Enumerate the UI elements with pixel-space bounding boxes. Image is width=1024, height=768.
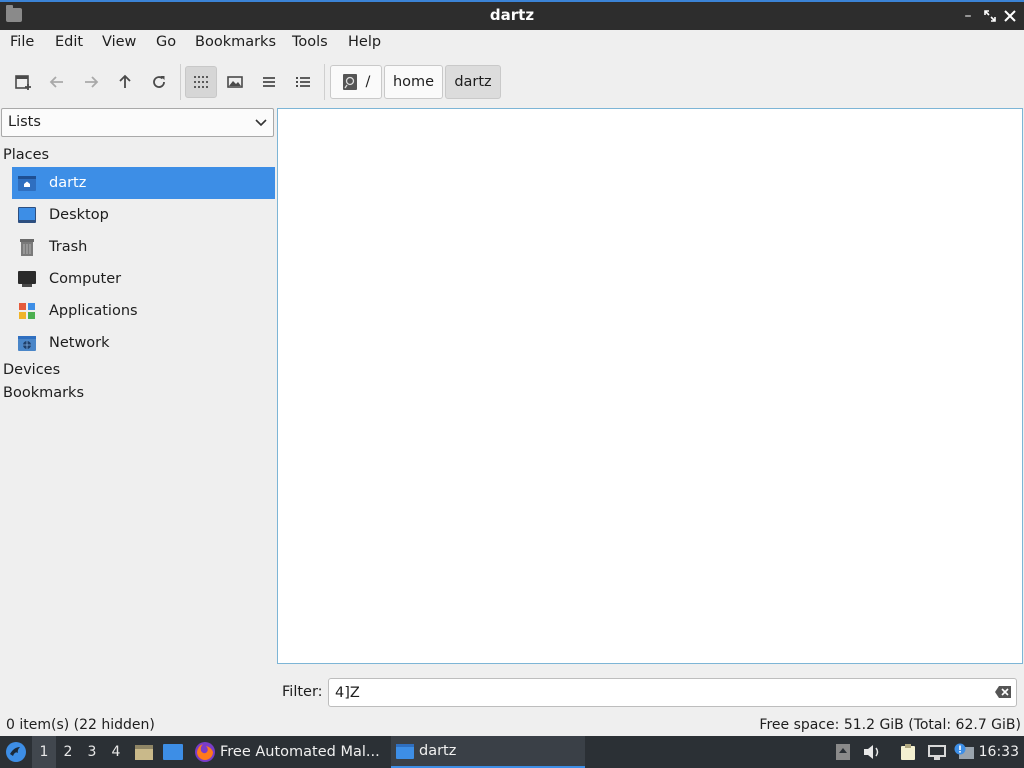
clipboard-icon[interactable]	[899, 743, 917, 761]
arrow-up-icon	[119, 74, 131, 88]
place-label: Applications	[49, 303, 138, 319]
place-label: Desktop	[49, 207, 109, 223]
applications-icon	[16, 300, 38, 322]
file-manager-launcher-icon[interactable]	[134, 743, 154, 761]
place-label: Computer	[49, 271, 122, 287]
back-button[interactable]	[41, 66, 73, 98]
menu-view[interactable]: View	[102, 34, 136, 50]
place-label: Trash	[49, 239, 88, 255]
place-network[interactable]: Network	[12, 327, 275, 359]
window-titlebar: dartz –	[0, 0, 1024, 30]
place-computer[interactable]: Computer	[12, 263, 275, 295]
workspace-4[interactable]: 4	[104, 736, 128, 768]
home-folder-icon	[16, 172, 38, 194]
image-icon	[227, 76, 243, 88]
menu-bookmarks[interactable]: Bookmarks	[195, 34, 276, 50]
menu-file[interactable]: File	[10, 34, 34, 50]
notification-icon[interactable]	[953, 743, 975, 761]
task-label: dartz	[419, 743, 457, 759]
file-view[interactable]	[277, 108, 1023, 664]
volume-icon[interactable]	[862, 743, 882, 761]
menu-edit[interactable]: Edit	[55, 34, 83, 50]
side-pane-mode-label: Lists	[8, 114, 41, 130]
task-label: Free Automated Mal...	[220, 744, 380, 760]
tray-updates-icon[interactable]	[835, 743, 851, 761]
toolbar-separator	[180, 64, 181, 100]
new-tab-icon	[15, 75, 31, 90]
status-item-count: 0 item(s) (22 hidden)	[6, 717, 155, 733]
task-firefox[interactable]: Free Automated Mal...	[192, 736, 382, 768]
detailed-list-view-button[interactable]	[287, 66, 319, 98]
list-icon	[263, 77, 275, 87]
desktop-icon	[16, 204, 38, 226]
task-dartz[interactable]: dartz	[391, 736, 585, 768]
section-bookmarks[interactable]: Bookmarks	[3, 385, 84, 401]
filter-input[interactable]	[328, 678, 1017, 707]
chevron-down-icon	[255, 119, 267, 127]
forward-button[interactable]	[75, 66, 107, 98]
section-devices[interactable]: Devices	[3, 362, 60, 378]
breadcrumb-home[interactable]: home	[384, 65, 443, 99]
maximize-icon[interactable]	[980, 6, 1000, 26]
breadcrumb-dartz[interactable]: dartz	[445, 65, 501, 99]
thumbnail-view-button[interactable]	[219, 66, 251, 98]
menu-tools[interactable]: Tools	[292, 34, 328, 50]
place-dartz[interactable]: dartz	[12, 167, 275, 199]
trash-icon	[16, 236, 38, 258]
side-pane-mode-select[interactable]: Lists	[1, 108, 274, 137]
breadcrumb-root[interactable]: /	[330, 65, 382, 99]
start-menu-icon[interactable]	[5, 741, 27, 763]
minimize-icon[interactable]: –	[958, 6, 978, 26]
show-desktop-icon[interactable]	[162, 743, 184, 761]
new-tab-button[interactable]	[7, 66, 39, 98]
workspace-2[interactable]: 2	[56, 736, 80, 768]
close-icon[interactable]	[1000, 6, 1020, 26]
toolbar-separator	[324, 64, 325, 100]
folder-icon	[396, 744, 414, 759]
computer-icon	[16, 268, 38, 290]
filter-label: Filter:	[282, 684, 323, 700]
menubar: File Edit View Go Bookmarks Tools Help	[0, 30, 1024, 56]
detailed-list-icon	[296, 77, 310, 87]
workspace-3[interactable]: 3	[80, 736, 104, 768]
breadcrumb-dartz-label: dartz	[454, 74, 492, 90]
breadcrumb-home-label: home	[392, 74, 435, 90]
menu-go[interactable]: Go	[156, 34, 176, 50]
window-title: dartz	[489, 6, 535, 24]
clear-text-icon[interactable]	[994, 685, 1012, 699]
network-status-icon[interactable]	[927, 743, 947, 761]
place-applications[interactable]: Applications	[12, 295, 275, 327]
status-free-space: Free space: 51.2 GiB (Total: 62.7 GiB)	[759, 717, 1021, 733]
reload-icon	[153, 76, 165, 88]
compact-view-button[interactable]	[253, 66, 285, 98]
icon-view-button[interactable]	[185, 66, 217, 98]
grid-view-icon	[194, 76, 208, 88]
menu-help[interactable]: Help	[348, 34, 381, 50]
workspace-1[interactable]: 1	[32, 736, 56, 768]
up-button[interactable]	[109, 66, 141, 98]
toolbar: / home dartz	[0, 62, 1024, 104]
network-icon	[16, 332, 38, 354]
arrow-right-icon	[85, 76, 99, 88]
place-trash[interactable]: Trash	[12, 231, 275, 263]
place-label: Network	[49, 335, 110, 351]
section-places[interactable]: Places	[3, 147, 49, 163]
drive-icon	[342, 74, 357, 90]
place-label: dartz	[49, 175, 87, 191]
breadcrumb-root-label: /	[365, 74, 371, 90]
arrow-left-icon	[49, 76, 63, 88]
clock[interactable]: 16:33	[979, 744, 1019, 760]
place-desktop[interactable]: Desktop	[12, 199, 275, 231]
firefox-icon	[195, 742, 215, 762]
reload-button[interactable]	[143, 66, 175, 98]
taskbar: 1 2 3 4 Free Automated Mal... dartz 16:3…	[0, 736, 1024, 768]
